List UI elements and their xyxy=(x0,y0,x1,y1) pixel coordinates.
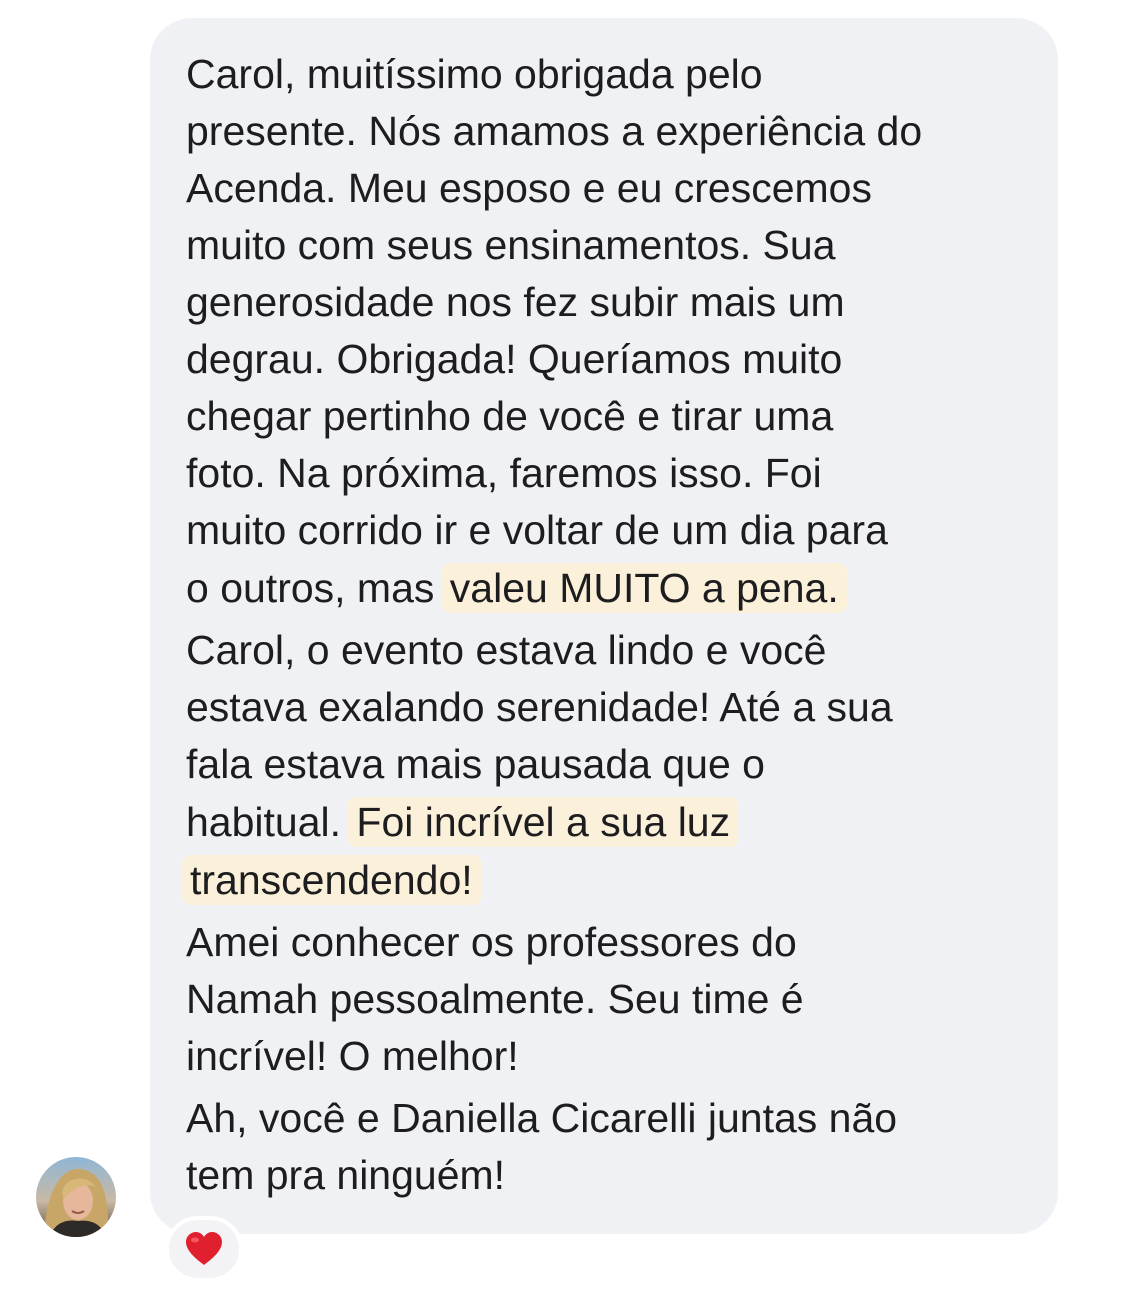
highlighted-text: valeu MUITO a pena. xyxy=(441,563,847,613)
message-line: fala estava mais pausada que o xyxy=(186,741,765,787)
message-line: presente. Nós amamos a experiência do xyxy=(186,108,923,154)
message-line: generosidade nos fez subir mais um xyxy=(186,279,845,325)
message-line: incrível! O melhor! xyxy=(186,1033,519,1079)
highlighted-text: transcendendo! xyxy=(182,855,481,905)
message-line: Amei conhecer os professores do xyxy=(186,919,797,965)
message-text-plain: habitual. xyxy=(186,799,353,845)
message-line: tem pra ninguém! xyxy=(186,1152,506,1198)
avatar-image xyxy=(36,1157,116,1237)
message-line: Namah pessoalmente. Seu time é xyxy=(186,976,804,1022)
message-line: Carol, o evento estava lindo e você xyxy=(186,627,827,673)
message-line: Carol, muitíssimo obrigada pelo xyxy=(186,51,763,97)
message-line: foto. Na próxima, faremos isso. Foi xyxy=(186,450,822,496)
message-line: estava exalando serenidade! Até a sua xyxy=(186,684,893,730)
message-line: o outros, mas valeu MUITO a pena. xyxy=(186,560,847,617)
message-line: Acenda. Meu esposo e eu crescemos xyxy=(186,165,872,211)
highlighted-text: Foi incrível a sua luz xyxy=(348,797,739,847)
message-line: muito com seus ensinamentos. Sua xyxy=(186,222,836,268)
message-line: transcendendo! xyxy=(182,852,481,909)
message-line: degrau. Obrigada! Queríamos muito xyxy=(186,336,843,382)
message-line: Ah, você e Daniella Cicarelli juntas não xyxy=(186,1095,898,1141)
message-text-plain: o outros, mas xyxy=(186,565,446,611)
heart-icon xyxy=(186,1232,222,1265)
reaction-badge[interactable] xyxy=(165,1216,243,1282)
avatar[interactable] xyxy=(36,1157,116,1237)
message-line: muito corrido ir e voltar de um dia para xyxy=(186,507,888,553)
message-line: chegar pertinho de você e tirar uma xyxy=(186,393,834,439)
message-line: habitual. Foi incrível a sua luz xyxy=(186,794,739,851)
